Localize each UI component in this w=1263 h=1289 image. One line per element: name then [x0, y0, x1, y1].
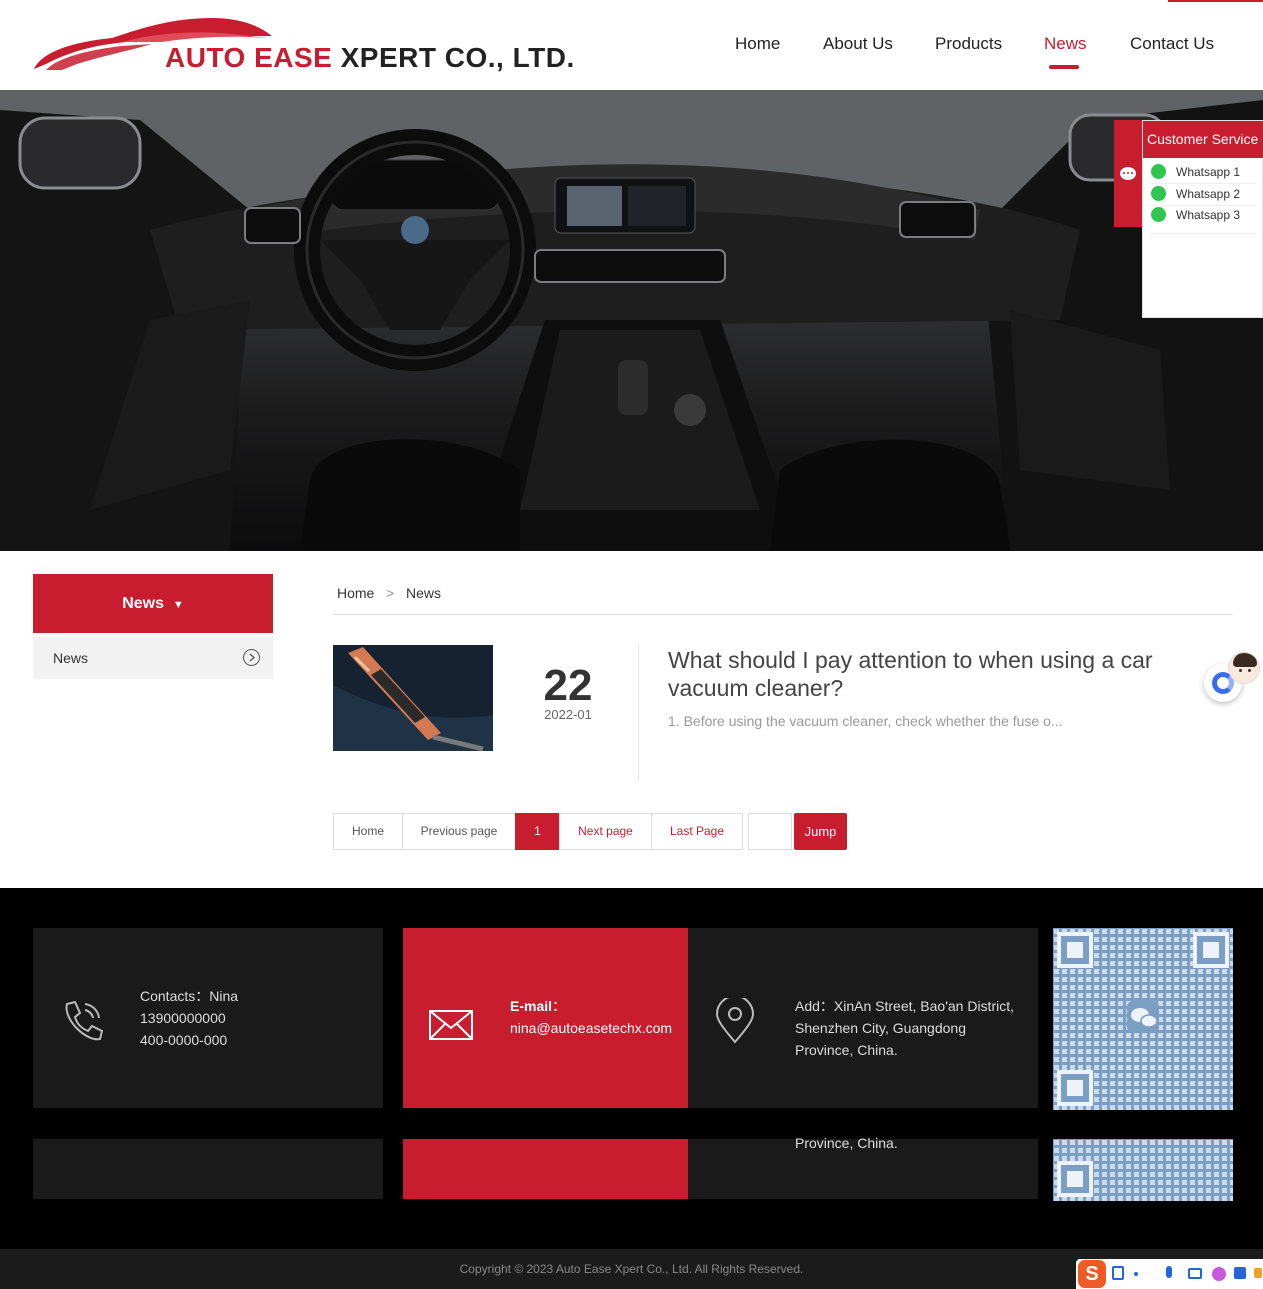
footer-address-box: Add：XinAn Street, Bao'an District, Shenz…	[688, 928, 1038, 1108]
ime-indicator-icons	[1112, 1266, 1262, 1282]
pager-jump-button[interactable]: Jump	[794, 813, 847, 850]
caret-down-icon: ▼	[172, 599, 184, 611]
pager-last[interactable]: Last Page	[651, 813, 743, 850]
divider	[1149, 233, 1257, 234]
vacuum-cleaner-image	[333, 645, 493, 751]
breadcrumb-current[interactable]: News	[406, 585, 441, 601]
pager-current-page[interactable]: 1	[515, 813, 560, 850]
breadcrumb-separator: >	[386, 585, 395, 601]
logo-text: AUTO EASE XPERT CO., LTD.	[165, 42, 575, 73]
footer-address: Add：XinAn Street, Bao'an District, Shenz…	[795, 998, 1014, 1058]
whatsapp-link-3[interactable]: Whatsapp 3	[1151, 205, 1240, 225]
phone-icon	[65, 1000, 104, 1041]
footer-email-box-repeat	[403, 1139, 688, 1199]
logo[interactable]: AUTO EASE XPERT CO., LTD.	[32, 14, 574, 74]
banner-image	[0, 90, 1263, 551]
copyright: Copyright © 2023 Auto Ease Xpert Co., Lt…	[0, 1249, 1263, 1289]
footer-email-value[interactable]: nina@autoeasetechx.com	[510, 1017, 672, 1039]
footer-address-box-repeat: Province, China.	[688, 1135, 1038, 1199]
qr-pattern	[1053, 928, 1233, 1110]
breadcrumb: Home > News	[333, 585, 1233, 615]
pager-page-input[interactable]	[748, 813, 792, 850]
footer-phone-2[interactable]: 400-0000-000	[140, 1029, 227, 1051]
mail-icon	[429, 1010, 473, 1040]
news-year-month: 2022-01	[544, 707, 592, 722]
nav-about-us[interactable]: About Us	[823, 34, 893, 54]
header-accent-line	[1168, 0, 1263, 2]
wechat-qr-code	[1053, 928, 1233, 1110]
sidebar-item-label: News	[53, 650, 89, 666]
wechat-qr-code-repeat	[1053, 1139, 1233, 1201]
sidebar-heading: News ▼	[33, 574, 273, 633]
footer-contacts-box: Contacts：Nina 13900000000 400-0000-000	[33, 928, 383, 1108]
nav-news[interactable]: News	[1044, 34, 1087, 54]
whatsapp-icon	[1151, 164, 1166, 180]
footer-contacts-box-repeat	[33, 1139, 383, 1199]
assistant-avatar[interactable]	[1228, 652, 1260, 684]
news-title[interactable]: What should I pay attention to when usin…	[668, 646, 1208, 702]
whatsapp-link-2[interactable]: Whatsapp 2	[1151, 184, 1240, 204]
chat-icon	[1120, 167, 1136, 180]
news-summary: 1. Before using the vacuum cleaner, chec…	[668, 713, 1063, 729]
footer-contact-name: Contacts：Nina	[140, 988, 239, 1004]
sidebar-item-news[interactable]: News	[33, 637, 273, 679]
nav-contact-us[interactable]: Contact Us	[1130, 34, 1214, 54]
news-divider	[638, 645, 639, 781]
site-header: AUTO EASE XPERT CO., LTD. Home About Us …	[0, 0, 1263, 90]
footer-email-box: E-mail： nina@autoeasetechx.com	[403, 928, 688, 1108]
nav-home[interactable]: Home	[735, 34, 780, 54]
pager-home[interactable]: Home	[333, 813, 403, 850]
whatsapp-icon	[1151, 207, 1166, 223]
customer-service-tab[interactable]	[1114, 120, 1142, 227]
sogou-icon: S	[1078, 1260, 1106, 1288]
main-nav: Home About Us Products News Contact Us	[712, 34, 1232, 58]
nav-products[interactable]: Products	[935, 34, 1002, 54]
footer-phone-1[interactable]: 13900000000	[140, 1007, 226, 1029]
nav-active-underline	[1049, 65, 1079, 69]
car-interior-illustration	[0, 90, 1263, 551]
whatsapp-link-1[interactable]: Whatsapp 1	[1151, 162, 1240, 182]
breadcrumb-home[interactable]: Home	[337, 585, 374, 601]
news-day: 22	[543, 661, 593, 710]
customer-service-panel: Customer Service Whatsapp 1 Whatsapp 2 W…	[1142, 120, 1263, 318]
footer: Contacts：Nina 13900000000 400-0000-000 E…	[0, 888, 1263, 1249]
chevron-right-circle-icon	[243, 649, 260, 666]
footer-email-label: E-mail：	[510, 998, 567, 1014]
pager-next[interactable]: Next page	[559, 813, 652, 850]
location-icon	[715, 998, 755, 1044]
ime-toolbar[interactable]: S	[1076, 1259, 1263, 1289]
customer-service-title: Customer Service	[1143, 121, 1263, 158]
footer-address-repeat: Province, China.	[795, 1135, 898, 1151]
qr-pattern-repeat	[1053, 1139, 1233, 1201]
pager-previous[interactable]: Previous page	[402, 813, 516, 850]
whatsapp-icon	[1151, 186, 1166, 202]
news-thumbnail[interactable]	[333, 645, 493, 751]
